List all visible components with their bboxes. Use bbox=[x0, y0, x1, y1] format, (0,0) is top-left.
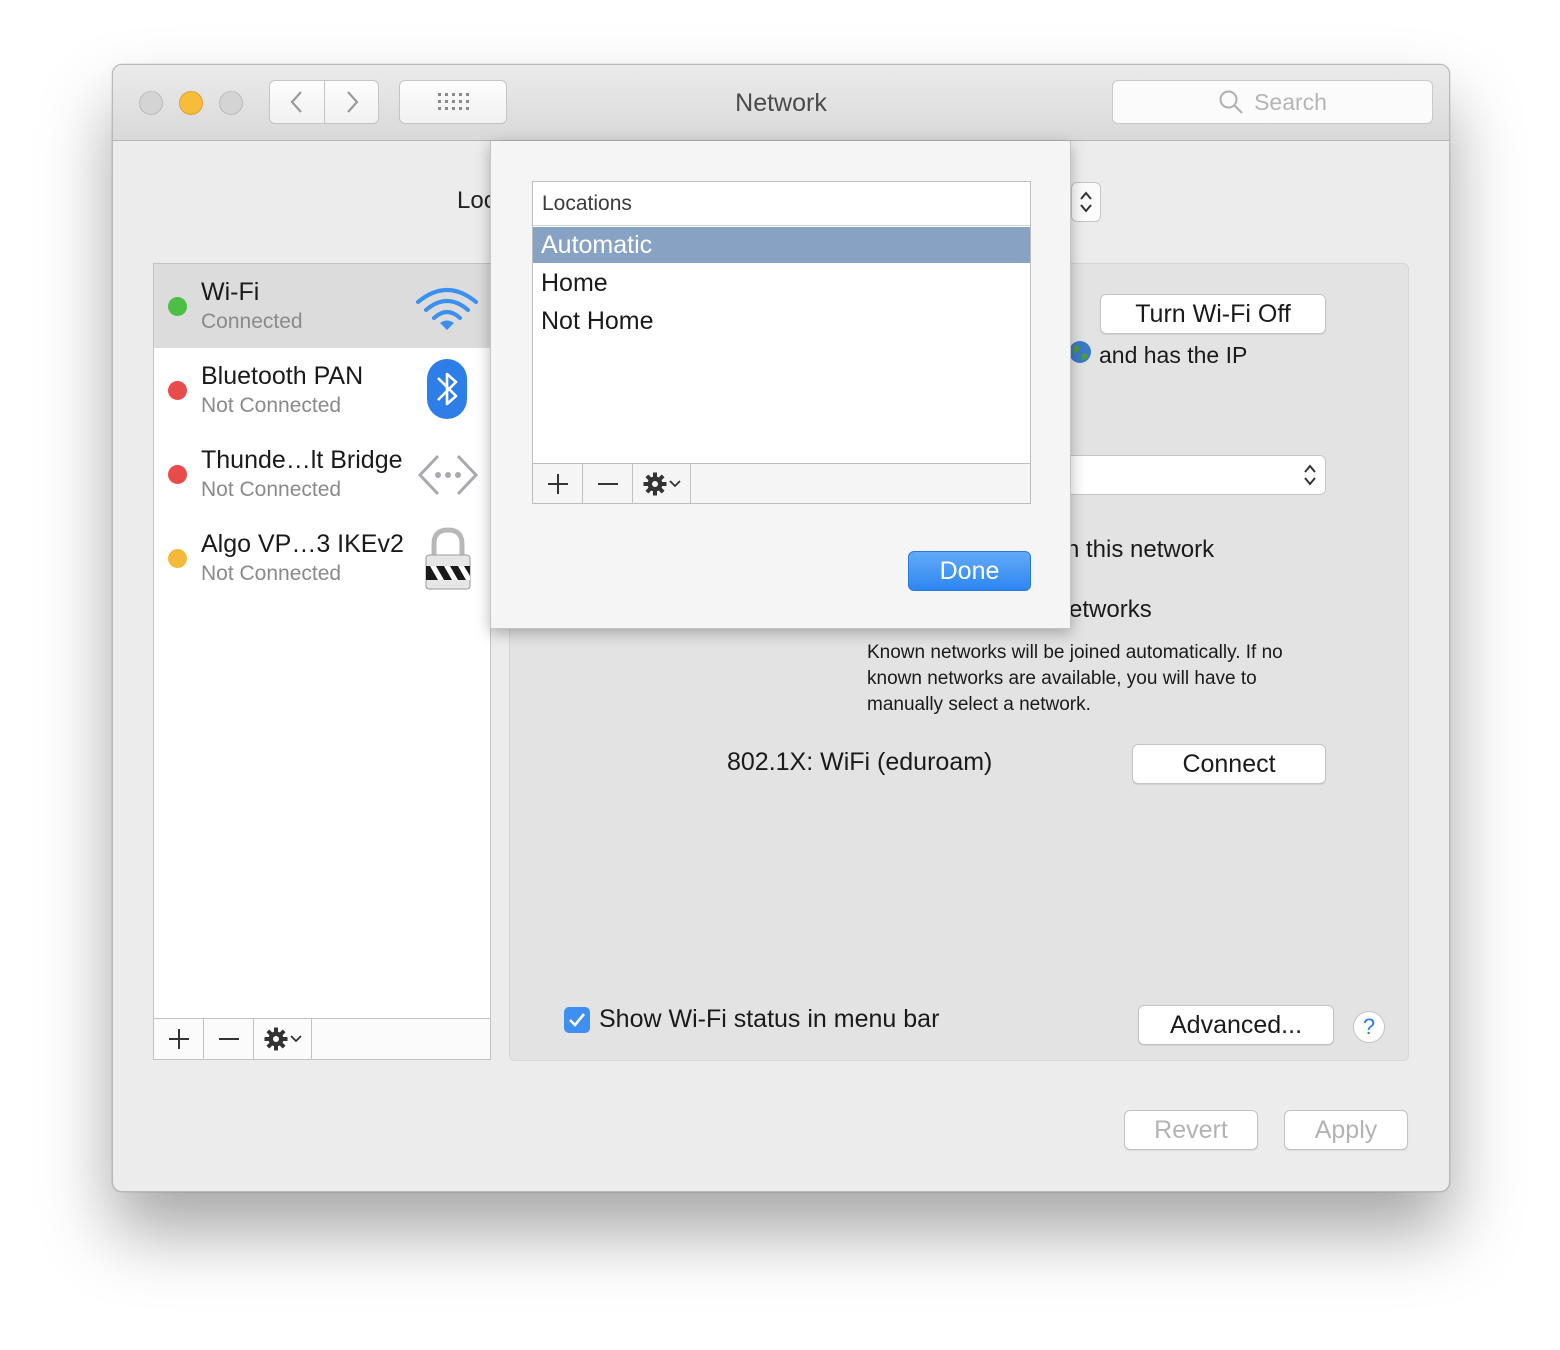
bluetooth-icon bbox=[427, 359, 467, 419]
service-status: Connected bbox=[201, 310, 303, 333]
title-bar: Network Search bbox=[113, 65, 1449, 141]
help-button[interactable]: ? bbox=[1353, 1011, 1385, 1043]
known-networks-description: Known networks will be joined automatica… bbox=[867, 642, 1283, 715]
ask-to-join-text: n this network bbox=[1066, 536, 1215, 563]
locations-header: Locations bbox=[533, 182, 1030, 226]
remove-location-button[interactable] bbox=[583, 464, 633, 504]
updown-chevron-icon bbox=[1304, 464, 1316, 486]
location-popup-arrows[interactable] bbox=[1071, 182, 1101, 222]
search-field[interactable]: Search bbox=[1112, 80, 1433, 124]
status-dot bbox=[168, 549, 187, 568]
service-list-toolbar bbox=[154, 1018, 490, 1059]
plus-icon bbox=[168, 1029, 189, 1049]
service-item-bluetooth-pan[interactable]: Bluetooth PAN Not Connected bbox=[154, 348, 490, 432]
remove-service-button[interactable] bbox=[204, 1019, 254, 1059]
service-name: Wi-Fi bbox=[201, 278, 260, 306]
revert-button[interactable]: Revert bbox=[1124, 1110, 1258, 1150]
show-wifi-status-label: Show Wi-Fi status in menu bar bbox=[599, 1005, 940, 1033]
network-name-popup[interactable] bbox=[1040, 455, 1326, 495]
dot1x-label: 802.1X: WiFi (eduroam) bbox=[727, 748, 993, 776]
edit-locations-sheet: Locations Automatic Home Not Home Done bbox=[490, 141, 1071, 629]
ip-status-text: and has the IP bbox=[1099, 342, 1248, 368]
gear-icon bbox=[264, 1027, 287, 1051]
gear-icon bbox=[643, 472, 666, 496]
service-item-algo-vpn[interactable]: Algo VP…3 IKEv2 Not Connected bbox=[154, 516, 490, 600]
status-dot bbox=[168, 297, 187, 316]
service-name: Thunde…lt Bridge bbox=[201, 446, 403, 474]
locations-table: Locations Automatic Home Not Home bbox=[532, 181, 1031, 504]
chevron-down-icon bbox=[289, 1035, 302, 1043]
service-status: Not Connected bbox=[201, 478, 342, 501]
location-row-not-home[interactable]: Not Home bbox=[533, 303, 1030, 339]
vpn-lock-icon bbox=[425, 527, 471, 590]
minus-icon bbox=[218, 1038, 239, 1040]
search-icon bbox=[1219, 90, 1243, 114]
service-item-thunderbolt-bridge[interactable]: Thunde…lt Bridge Not Connected bbox=[154, 432, 490, 516]
status-dot bbox=[168, 465, 187, 484]
network-preferences-window: Network Search Loc Wi-Fi Connected Bluet… bbox=[112, 64, 1450, 1192]
locations-toolbar bbox=[533, 463, 1030, 504]
plus-icon bbox=[547, 474, 568, 494]
service-status: Not Connected bbox=[201, 394, 342, 417]
add-location-button[interactable] bbox=[533, 464, 583, 504]
connect-button[interactable]: Connect bbox=[1132, 744, 1326, 784]
service-item-wifi[interactable]: Wi-Fi Connected bbox=[154, 264, 490, 348]
location-row-automatic[interactable]: Automatic bbox=[533, 227, 1030, 263]
minus-icon bbox=[597, 483, 618, 485]
search-placeholder: Search bbox=[1254, 88, 1327, 115]
turn-wifi-off-button[interactable]: Turn Wi-Fi Off bbox=[1100, 294, 1326, 334]
checkmark-icon bbox=[569, 1013, 586, 1027]
bridge-icon bbox=[417, 454, 479, 496]
ask-to-join-networks-text: etworks bbox=[1069, 596, 1152, 623]
service-name: Algo VP…3 IKEv2 bbox=[201, 530, 404, 558]
service-action-menu[interactable] bbox=[254, 1019, 312, 1059]
apply-button[interactable]: Apply bbox=[1284, 1110, 1408, 1150]
advanced-button[interactable]: Advanced... bbox=[1138, 1005, 1334, 1045]
service-list: Wi-Fi Connected Bluetooth PAN Not Connec… bbox=[153, 263, 491, 1060]
globe-icon bbox=[1069, 341, 1091, 363]
location-action-menu[interactable] bbox=[633, 464, 691, 504]
status-dot bbox=[168, 381, 187, 400]
updown-chevron-icon bbox=[1080, 191, 1092, 213]
done-button[interactable]: Done bbox=[908, 551, 1031, 591]
wifi-icon bbox=[416, 288, 478, 330]
add-service-button[interactable] bbox=[154, 1019, 204, 1059]
service-name: Bluetooth PAN bbox=[201, 362, 364, 390]
chevron-down-icon bbox=[668, 480, 681, 488]
location-row-home[interactable]: Home bbox=[533, 265, 1030, 301]
service-status: Not Connected bbox=[201, 562, 342, 585]
show-wifi-status-checkbox[interactable] bbox=[564, 1007, 590, 1033]
